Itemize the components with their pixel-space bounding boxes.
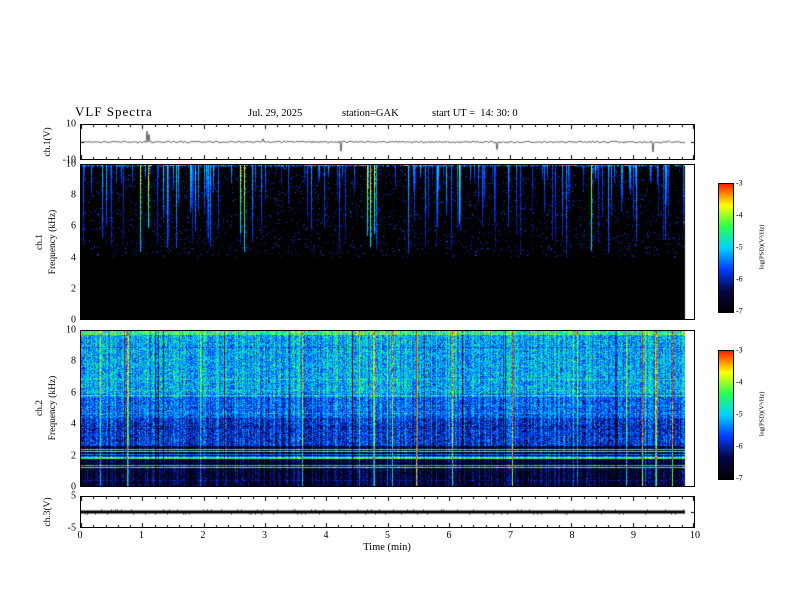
ch3v-y-tick-label: -5	[67, 522, 76, 534]
vlf-spectra-figure: VLF Spectra Jul. 29, 2025 station=GAK st…	[0, 0, 792, 612]
start-ut-label: start UT = 14: 30: 0	[432, 108, 518, 119]
colorbar-ch1-label: log(PSD)(V²/Hz)	[758, 224, 766, 270]
ch1-waveform-panel	[80, 124, 695, 160]
colorbar-ch2-label: log(PSD)(V²/Hz)	[758, 391, 766, 437]
spec2-y-tick-label: 4	[71, 418, 76, 430]
ch1v-y-tick-label: 10	[66, 118, 76, 130]
colorbar-tick-label: -4	[736, 210, 743, 220]
colorbar-tick-label: -5	[736, 409, 743, 419]
page-title: VLF Spectra	[75, 104, 153, 119]
ch3v-y-tick-label: 5	[71, 490, 76, 502]
ch1-spectrogram-panel	[80, 164, 695, 320]
time-axis-label: Time (min)	[363, 542, 411, 553]
x-tick-label: 4	[323, 530, 329, 541]
ch1-waveform-canvas	[81, 125, 694, 159]
spec1-y-tick-label: 6	[71, 220, 76, 232]
ch3-waveform-panel	[80, 496, 695, 528]
colorbar-tick-label: -4	[736, 377, 743, 387]
spec1-frequency-axis-label: Frequency (kHz)	[48, 209, 58, 275]
colorbar-tick-label: -6	[736, 274, 743, 284]
colorbar-ch2	[718, 350, 734, 480]
spec2-channel-label: ch.2	[35, 399, 45, 417]
spec1-y-tick-label: 4	[71, 252, 76, 264]
ch3v-axis-label: ch.3(V)	[43, 497, 53, 527]
spec2-y-tick-label: 8	[71, 355, 76, 367]
x-tick-label: 10	[690, 530, 700, 541]
spec2-y-tick-label: 2	[71, 450, 76, 462]
colorbar-tick-label: -5	[736, 242, 743, 252]
colorbar-tick-label: -7	[736, 473, 743, 483]
x-tick-label: 6	[446, 530, 452, 541]
colorbar-tick-label: -7	[736, 306, 743, 316]
x-tick-label: 2	[200, 530, 206, 541]
x-tick-label: 3	[262, 530, 267, 541]
ch2-spectrogram-panel	[80, 330, 695, 487]
spec1-channel-label: ch.1	[35, 233, 45, 251]
spec2-y-tick-label: 10	[66, 324, 76, 336]
spec1-y-tick-label: 8	[71, 189, 76, 201]
x-tick-label: 5	[385, 530, 390, 541]
ch1v-axis-label: ch.1(V)	[43, 127, 53, 157]
spec2-y-tick-label: 6	[71, 387, 76, 399]
colorbar-tick-label: -3	[736, 178, 743, 188]
date-label: Jul. 29, 2025	[248, 108, 303, 119]
spec1-y-tick-label: 2	[71, 283, 76, 295]
ch3-waveform-canvas	[81, 497, 694, 527]
colorbar-tick-label: -3	[736, 345, 743, 355]
colorbar-tick-label: -6	[736, 441, 743, 451]
spec2-frequency-axis-label: Frequency (kHz)	[48, 375, 58, 441]
x-tick-label: 9	[631, 530, 636, 541]
x-tick-label: 8	[569, 530, 575, 541]
x-tick-label: 7	[508, 530, 513, 541]
ch1-spectrogram-canvas	[81, 165, 694, 319]
station-label: station=GAK	[342, 108, 399, 119]
colorbar-ch1	[718, 183, 734, 313]
x-tick-label: 0	[77, 530, 83, 541]
x-tick-label: 1	[139, 530, 144, 541]
spec1-y-tick-label: 10	[66, 158, 76, 170]
ch2-spectrogram-canvas	[81, 331, 694, 486]
